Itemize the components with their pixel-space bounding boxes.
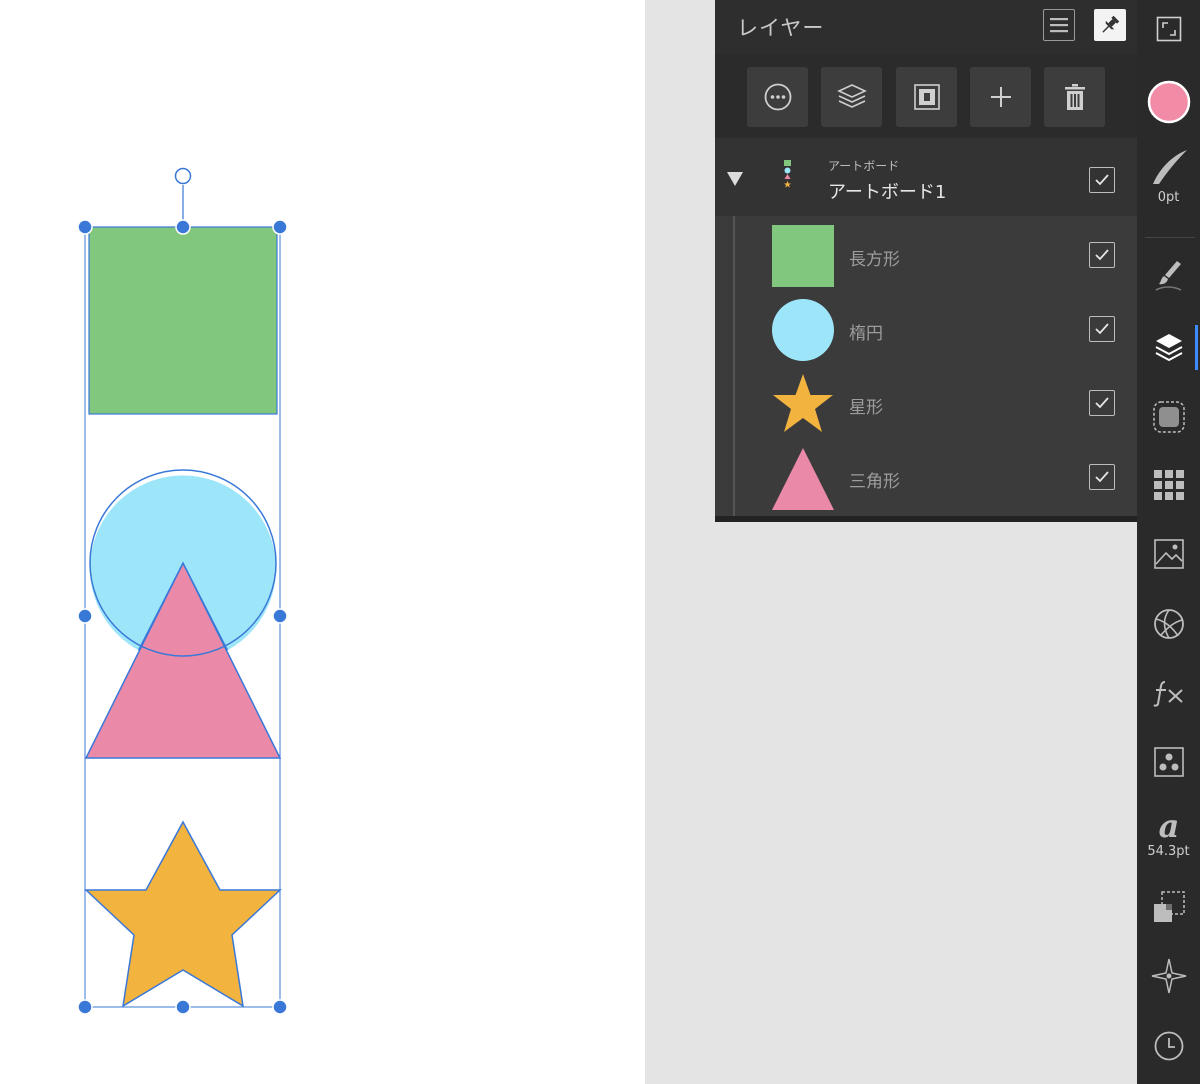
rotation-handle[interactable] [174, 167, 192, 185]
checkmark-icon [1095, 471, 1109, 483]
layer-row-ellipse[interactable]: 楕円 [715, 292, 1137, 366]
resize-handle-bottom-center[interactable] [175, 999, 191, 1015]
stock-images-button[interactable] [1137, 538, 1200, 570]
swatches-button[interactable] [1137, 469, 1200, 501]
history-button[interactable] [1137, 1030, 1200, 1062]
layers-icon [1155, 334, 1182, 362]
checkmark-icon [1095, 323, 1109, 335]
artboard-type-label: アートボード [828, 159, 900, 173]
layers-panel: レイヤー アートボード アートボード1 長方形 楕円 星形 三角形 [715, 0, 1137, 522]
compass-icon [1151, 958, 1186, 994]
fill-color-swatch [1147, 80, 1190, 124]
appearance-button[interactable] [1137, 400, 1200, 434]
visibility-checkbox-star[interactable] [1089, 390, 1115, 416]
mask-icon [913, 84, 940, 110]
fx-icon [1152, 681, 1183, 707]
checkmark-icon [1095, 174, 1109, 186]
more-options-button[interactable] [747, 67, 808, 127]
font-a-icon: a [1158, 808, 1179, 842]
hamburger-icon [1050, 18, 1068, 33]
stroke-width-label: 0pt [1157, 190, 1180, 205]
symbols-icon [1153, 747, 1184, 777]
plus-icon [990, 87, 1011, 107]
green-rectangle[interactable] [88, 226, 278, 415]
delete-layer-button[interactable] [1044, 67, 1105, 127]
ellipse-thumbnail [772, 299, 834, 361]
studio-separator [1145, 237, 1195, 238]
paintbrush-icon [1155, 261, 1181, 291]
checkmark-icon [1095, 397, 1109, 409]
resize-handle-bottom-left[interactable] [77, 999, 93, 1015]
visibility-checkbox-artboard[interactable] [1089, 167, 1115, 193]
trash-icon [1064, 84, 1085, 110]
yellow-star[interactable] [84, 820, 282, 1008]
visibility-checkbox-ellipse[interactable] [1089, 316, 1115, 342]
layer-stack-icon [836, 84, 867, 108]
resize-handle-top-left[interactable] [77, 219, 93, 235]
color-swatch-button[interactable] [1137, 80, 1200, 124]
appearance-icon [1152, 401, 1185, 433]
symbols-button[interactable] [1137, 746, 1200, 778]
grid-icon [1153, 470, 1184, 500]
child-layers: 長方形 楕円 星形 三角形 [715, 216, 1137, 516]
studio-bar: 0pt a 54.3pt [1137, 0, 1200, 1084]
resize-handle-bottom-right[interactable] [272, 999, 288, 1015]
expand-triangle-icon[interactable] [727, 172, 743, 186]
triangle-thumbnail [772, 448, 834, 510]
mask-button[interactable] [896, 67, 957, 127]
panel-title: レイヤー [737, 16, 825, 40]
svg-text:a: a [1158, 808, 1179, 842]
font-size-label: 54.3pt [1147, 844, 1190, 859]
visibility-checkbox-rectangle[interactable] [1089, 242, 1115, 268]
rectangle-thumbnail [772, 225, 834, 287]
shapes-layer [77, 167, 288, 1015]
resize-handle-top-right[interactable] [272, 219, 288, 235]
clock-icon [1154, 1031, 1183, 1061]
star-thumbnail [773, 374, 833, 432]
resize-handle-middle-right[interactable] [272, 608, 288, 624]
ellipsis-circle-icon [764, 83, 791, 111]
aperture-icon [1153, 609, 1184, 639]
resize-handle-top-center[interactable] [175, 219, 191, 235]
brush-stroke-icon [1152, 150, 1187, 184]
transparency-button[interactable] [1137, 608, 1200, 640]
layer-name-ellipse: 楕円 [849, 324, 883, 344]
add-layer-button[interactable] [970, 67, 1031, 127]
layer-row-star[interactable]: 星形 [715, 366, 1137, 440]
layer-row-triangle[interactable]: 三角形 [715, 440, 1137, 514]
checkmark-icon [1095, 249, 1109, 261]
artboard-name: アートボード1 [828, 182, 947, 203]
layers-toolbar [715, 54, 1137, 138]
panel-header: レイヤー [715, 0, 1137, 54]
resize-handle-middle-left[interactable] [77, 608, 93, 624]
visibility-checkbox-triangle[interactable] [1089, 464, 1115, 490]
layer-name-star: 星形 [849, 398, 883, 418]
text-styles-button[interactable]: a 54.3pt [1137, 808, 1200, 859]
pin-icon [1102, 15, 1120, 33]
layer-name-triangle: 三角形 [849, 472, 900, 492]
pin-panel-button[interactable] [1094, 9, 1126, 41]
stroke-button[interactable]: 0pt [1137, 148, 1200, 205]
transform-button[interactable] [1137, 890, 1200, 924]
image-icon [1153, 539, 1184, 569]
effects-button[interactable] [1137, 678, 1200, 708]
layer-name-rectangle: 長方形 [849, 250, 900, 270]
layers-studio-button[interactable] [1137, 332, 1200, 364]
collapse-panel-icon [1156, 16, 1181, 42]
navigator-button[interactable] [1137, 958, 1200, 994]
transform-icon [1153, 891, 1185, 922]
layer-row-artboard[interactable]: アートボード アートボード1 [715, 138, 1137, 216]
hide-studio-button[interactable] [1137, 16, 1200, 42]
panel-menu-button[interactable] [1043, 9, 1075, 41]
layer-row-rectangle[interactable]: 長方形 [715, 218, 1137, 292]
artboard-thumbnail [784, 160, 791, 188]
layer-stack-button[interactable] [821, 67, 882, 127]
brushes-button[interactable] [1137, 258, 1200, 294]
